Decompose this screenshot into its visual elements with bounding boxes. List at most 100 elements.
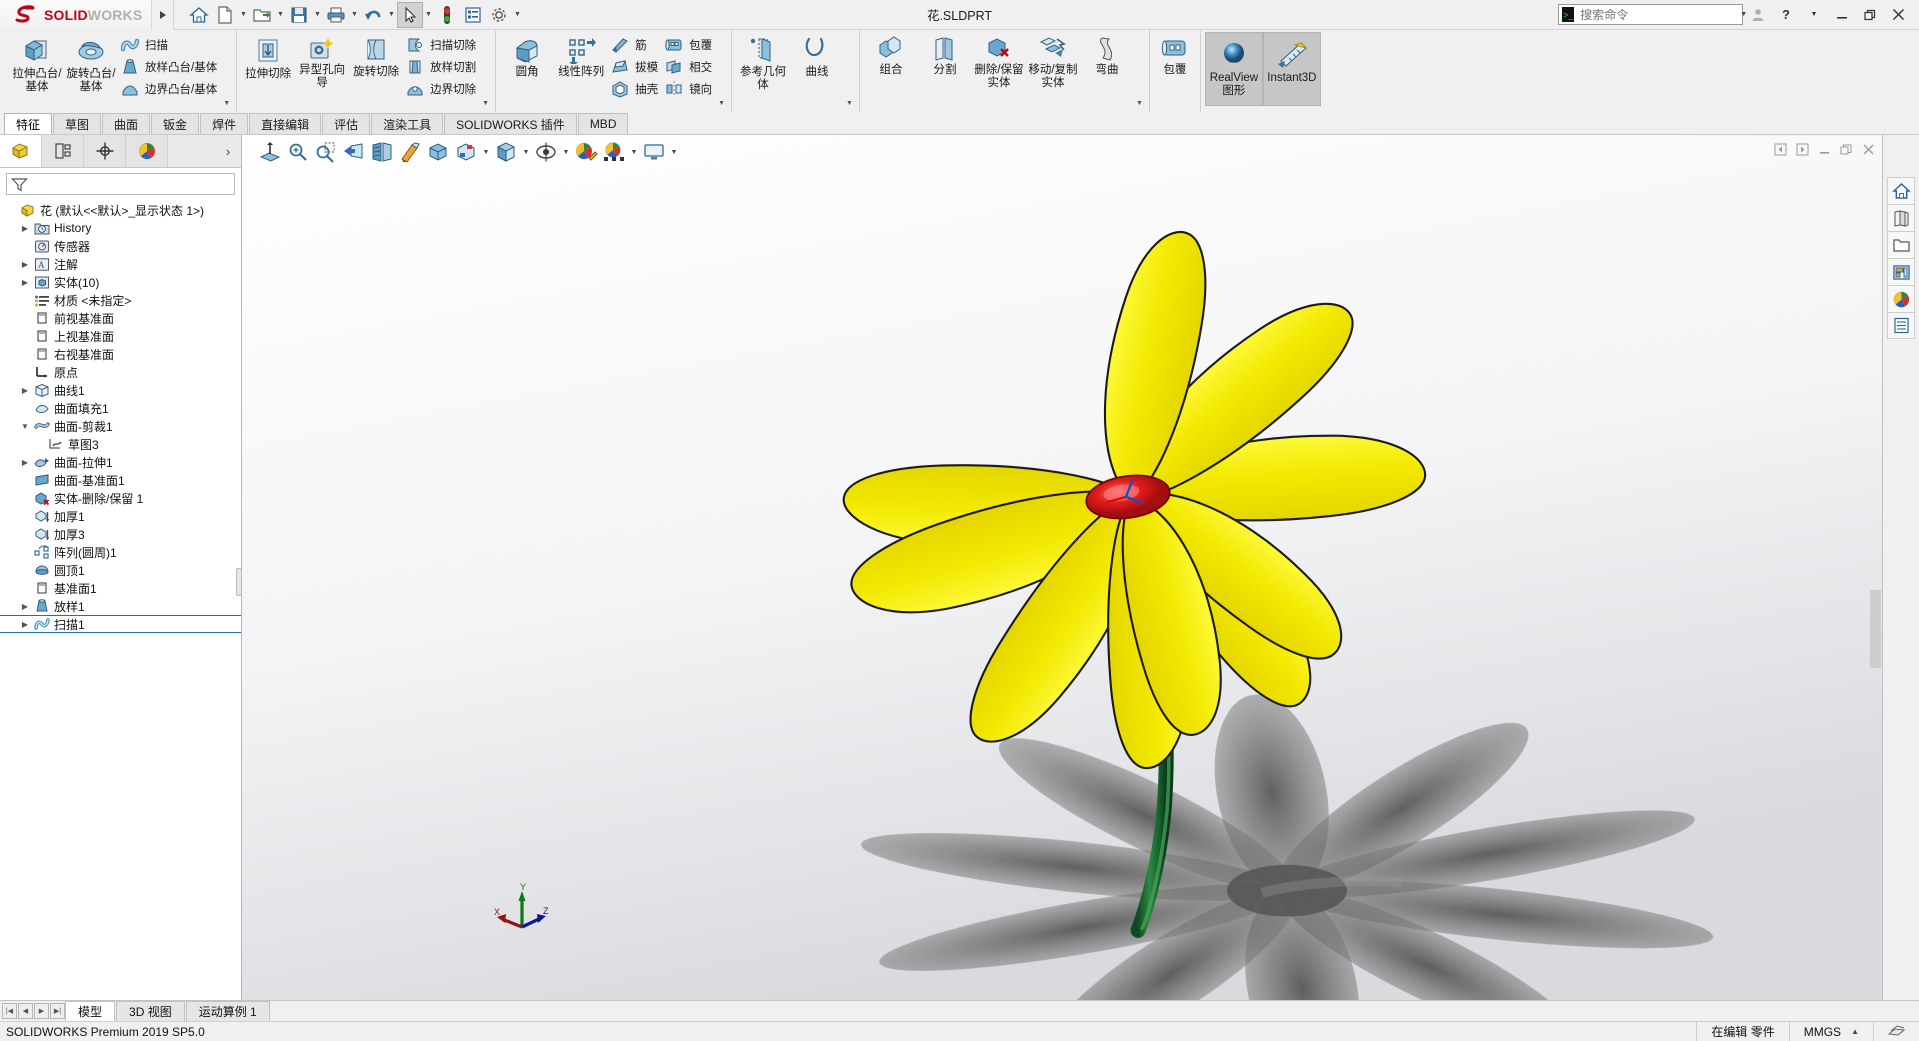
tree-item[interactable]: 材质 <未指定> <box>0 291 241 309</box>
tree-item[interactable]: ▶ A 注解 <box>0 255 241 273</box>
close-doc-icon[interactable] <box>1858 139 1878 159</box>
zoom-to-fit-icon[interactable] <box>256 138 284 166</box>
gear-dropdown-caret[interactable]: ▼ <box>512 2 523 28</box>
features-cut-more-caret[interactable]: ▼ <box>482 100 489 110</box>
tree-expander-collapsed-icon[interactable]: ▶ <box>18 278 32 287</box>
new-doc-dropdown-caret[interactable]: ▼ <box>238 2 249 28</box>
search-input[interactable] <box>1578 6 1738 23</box>
delete-keep-body-button[interactable]: 删除/保留实体 <box>972 32 1026 98</box>
next-doc-icon[interactable] <box>1792 139 1812 159</box>
bottom-tab-3dviews[interactable]: 3D 视图 <box>116 1001 185 1021</box>
rebuild-icon[interactable] <box>434 2 460 28</box>
boundary-cut-button[interactable]: 边界切除 <box>403 78 480 100</box>
status-units[interactable]: MMGS ▲ <box>1788 1021 1873 1041</box>
view-settings-dropdown-caret[interactable]: ▼ <box>560 138 572 166</box>
minimize-icon[interactable] <box>1829 3 1855 27</box>
next-tab-icon[interactable]: ▶ <box>34 1003 49 1019</box>
prev-doc-icon[interactable] <box>1770 139 1790 159</box>
tab-surfaces[interactable]: 曲面 <box>102 113 151 134</box>
shell-button[interactable]: 抽壳 <box>608 78 662 100</box>
tree-item[interactable]: 基准面1 <box>0 579 241 597</box>
tree-item[interactable]: 加厚1 <box>0 507 241 525</box>
graphics-area[interactable]: ▼ ▼ ▼ ▼ ▼ Y X Z <box>242 135 1882 1000</box>
tree-item[interactable]: 前视基准面 <box>0 309 241 327</box>
mirror-button[interactable]: 镜向 <box>662 78 716 100</box>
sweep-button[interactable]: 扫描 <box>118 34 221 56</box>
view-setting-display-icon[interactable] <box>640 138 668 166</box>
tree-expander-collapsed-icon[interactable]: ▶ <box>18 620 32 629</box>
combine-button[interactable]: 组合 <box>864 32 918 98</box>
solidworks-logo[interactable]: SOLID WORKS <box>0 0 152 30</box>
tree-item[interactable]: 原点 <box>0 363 241 381</box>
appearances-scenes-icon[interactable] <box>1887 285 1915 312</box>
undo-dropdown-caret[interactable]: ▼ <box>386 2 397 28</box>
tab-solidworks-addins[interactable]: SOLIDWORKS 插件 <box>444 113 577 134</box>
features-primary-more-caret[interactable]: ▼ <box>223 100 230 110</box>
tree-item[interactable]: ▼ 曲面-剪裁1 <box>0 417 241 435</box>
fillet-button[interactable]: 圆角 <box>500 32 554 98</box>
zoom-to-area-icon[interactable] <box>284 138 312 166</box>
draft-button[interactable]: 拔模 <box>608 56 662 78</box>
move-copy-body-button[interactable]: 移动/复制实体 <box>1026 32 1080 98</box>
tree-item[interactable]: 曲面填充1 <box>0 399 241 417</box>
view-palette-icon[interactable] <box>1887 258 1915 285</box>
tree-expander-collapsed-icon[interactable]: ▶ <box>18 260 32 269</box>
tab-features[interactable]: 特征 <box>4 113 53 134</box>
tree-item[interactable]: ▶ 放样1 <box>0 597 241 615</box>
custom-properties-icon[interactable] <box>1887 312 1915 339</box>
resources-home-icon[interactable] <box>1887 177 1915 204</box>
tree-item[interactable]: 传感器 <box>0 237 241 255</box>
tab-render-tools[interactable]: 渲染工具 <box>371 113 444 134</box>
last-tab-icon[interactable]: ▶| <box>50 1003 65 1019</box>
tree-expander-collapsed-icon[interactable]: ▶ <box>18 224 32 233</box>
tree-item[interactable]: ▶ 曲面-拉伸1 <box>0 453 241 471</box>
home-icon[interactable] <box>186 2 212 28</box>
modify-more-caret[interactable]: ▼ <box>718 100 725 110</box>
tree-item[interactable]: ▶ 实体(10) <box>0 273 241 291</box>
edit-appearance-icon[interactable] <box>572 138 600 166</box>
bottom-tab-model[interactable]: 模型 <box>65 1001 116 1021</box>
feature-manager-tab[interactable] <box>0 135 42 167</box>
tree-item[interactable]: 右视基准面 <box>0 345 241 363</box>
account-icon[interactable] <box>1745 3 1771 27</box>
linear-pattern-button[interactable]: 线性阵列 <box>554 32 608 98</box>
graphics-vertical-scrollbar[interactable] <box>1870 590 1881 668</box>
display-style-icon[interactable] <box>424 138 452 166</box>
menu-expand-button[interactable] <box>152 0 174 30</box>
flex-button[interactable]: 弯曲 <box>1080 32 1134 98</box>
tab-sketch[interactable]: 草图 <box>53 113 102 134</box>
view-orientation-paint-icon[interactable] <box>396 138 424 166</box>
tree-expander-expanded-icon[interactable]: ▼ <box>18 422 32 431</box>
tab-evaluate[interactable]: 评估 <box>322 113 371 134</box>
tab-sheetmetal[interactable]: 钣金 <box>151 113 200 134</box>
configuration-manager-tab[interactable] <box>84 135 126 167</box>
help-icon[interactable]: ? <box>1773 3 1799 27</box>
tree-item[interactable]: 曲面-基准面1 <box>0 471 241 489</box>
new-doc-icon[interactable] <box>212 2 238 28</box>
restore-icon[interactable] <box>1857 3 1883 27</box>
intersect-button[interactable]: 相交 <box>662 56 716 78</box>
tab-weldments[interactable]: 焊件 <box>200 113 249 134</box>
wrap-button[interactable]: 包覆 <box>662 34 716 56</box>
tree-item[interactable]: ▶ 扫描1 <box>0 615 241 633</box>
reference-more-caret[interactable]: ▼ <box>846 100 853 110</box>
view-settings-icon[interactable] <box>532 138 560 166</box>
3d-viewport[interactable] <box>242 135 1882 1000</box>
hide-show-items-icon[interactable] <box>452 138 480 166</box>
tree-item[interactable]: ▶ History <box>0 219 241 237</box>
wrap-big-button[interactable]: 包覆 <box>1154 32 1196 98</box>
loft-cut-button[interactable]: 放样切割 <box>403 56 480 78</box>
tree-item[interactable]: 花 (默认<<默认>_显示状态 1>) <box>0 201 241 219</box>
boundary-boss-button[interactable]: 边界凸台/基体 <box>118 78 221 100</box>
display-manager-tab[interactable] <box>126 135 168 167</box>
tree-expander-collapsed-icon[interactable]: ▶ <box>18 458 32 467</box>
view-orientation-dropdown-caret[interactable]: ▼ <box>520 138 532 166</box>
property-manager-tab[interactable] <box>42 135 84 167</box>
revolve-cut-button[interactable]: 旋转切除 <box>349 32 403 98</box>
tree-item[interactable]: 圆顶1 <box>0 561 241 579</box>
file-explorer-icon[interactable] <box>1887 231 1915 258</box>
zoom-in-out-icon[interactable] <box>312 138 340 166</box>
view-display-dropdown-caret[interactable]: ▼ <box>668 138 680 166</box>
status-overlay-icon[interactable] <box>1873 1021 1919 1041</box>
panel-expand-icon[interactable]: › <box>215 135 241 167</box>
